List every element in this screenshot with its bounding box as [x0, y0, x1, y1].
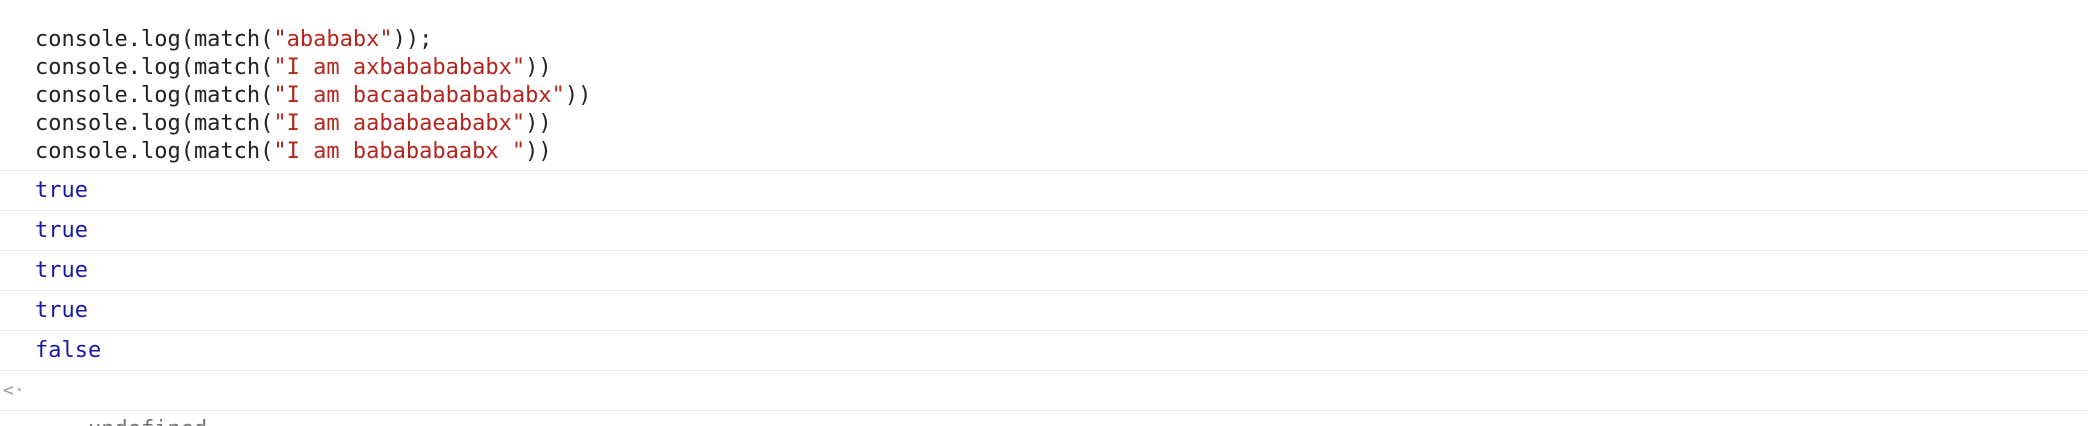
code-line: console.log(match("I am aababaeababx")) [35, 110, 2088, 138]
console-output-row[interactable]: true [0, 171, 2088, 211]
console-output-row[interactable]: true [0, 251, 2088, 291]
string-literal: "I am axbababababx" [273, 55, 526, 80]
string-literal: "I am bacaabababababx" [273, 83, 565, 108]
code-line: console.log(match("I am babababaabx ")) [35, 138, 2088, 166]
code-suffix: )); [392, 27, 433, 52]
code-prefix: console.log(match( [35, 83, 274, 108]
code-prefix: console.log(match( [35, 55, 274, 80]
console-output-row[interactable]: false [0, 331, 2088, 371]
devtools-console: console.log(match("abababx")); console.l… [0, 0, 2088, 426]
code-prefix: console.log(match( [35, 27, 274, 52]
console-input-echo: console.log(match("abababx")); console.l… [0, 0, 2088, 171]
string-literal: "abababx" [273, 27, 393, 52]
code-suffix: )) [525, 55, 552, 80]
code-prefix: console.log(match( [35, 111, 274, 136]
string-literal: "I am aababaeababx" [273, 111, 526, 136]
code-line: console.log(match("I am axbababababx")) [35, 54, 2088, 82]
console-output-row[interactable]: true [0, 211, 2088, 251]
console-output-row[interactable]: true [0, 291, 2088, 331]
string-literal: "I am babababaabx " [273, 139, 526, 164]
code-line: console.log(match("abababx")); [35, 26, 2088, 54]
code-suffix: )) [564, 83, 592, 108]
console-result-row[interactable]: <· undefined [0, 371, 2088, 426]
code-suffix: )) [525, 111, 552, 136]
return-arrow-icon: <· [3, 380, 25, 401]
result-value: undefined [88, 417, 207, 426]
code-suffix: )) [525, 139, 552, 164]
code-line: console.log(match("I am bacaabababababx"… [35, 82, 2088, 110]
code-prefix: console.log(match( [35, 139, 274, 164]
